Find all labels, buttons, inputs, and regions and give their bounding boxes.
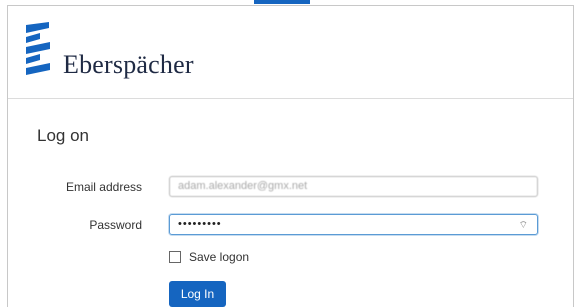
top-tab-indicator [254, 0, 310, 4]
eberspaecher-e-icon [26, 22, 50, 75]
save-logon-checkbox[interactable] [169, 251, 181, 263]
login-panel: Eberspächer Log on Email address adam.al… [7, 5, 574, 307]
brand-name: Eberspächer [63, 50, 194, 79]
save-logon-label[interactable]: Save logon [189, 250, 249, 264]
login-page: Eberspächer Log on Email address adam.al… [0, 0, 578, 307]
reveal-password-icon[interactable]: ⌔ [519, 219, 529, 232]
login-header: Eberspächer [8, 6, 573, 99]
password-label: Password [89, 218, 142, 232]
password-value: ••••••••• [178, 218, 222, 230]
email-field[interactable]: adam.alexander@gmx.net [169, 176, 538, 197]
save-logon-row[interactable]: Save logon [169, 250, 249, 264]
page-title: Log on [37, 126, 89, 145]
login-button[interactable]: Log In [169, 281, 226, 307]
password-field[interactable]: ••••••••• ⌔ [169, 214, 538, 235]
email-label: Email address [65, 180, 142, 194]
